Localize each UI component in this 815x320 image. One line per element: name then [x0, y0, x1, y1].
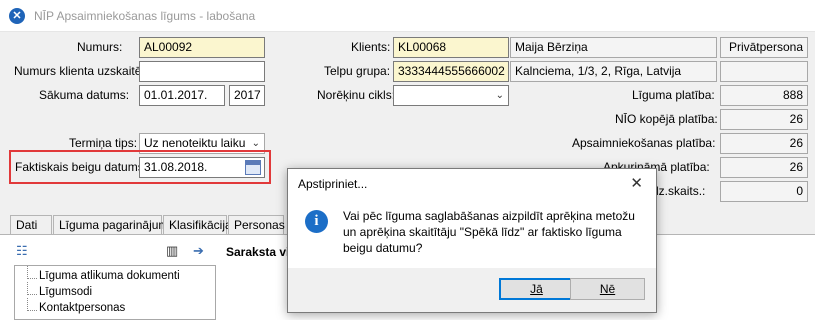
dialog-body: i Vai pēc līguma saglabāšanas aizpildīt … — [288, 198, 656, 268]
dialog-message: Vai pēc līguma saglabāšanas aizpildīt ap… — [343, 209, 635, 255]
tree-item[interactable]: Līgumsodi — [26, 282, 92, 298]
nio-platiba-label: NĪO kopējā platība: — [615, 112, 718, 126]
chevron-down-icon: ⌄ — [495, 90, 504, 101]
tree-item[interactable]: Kontaktpersonas — [26, 298, 125, 314]
yes-button[interactable]: Jā — [499, 278, 574, 300]
apsaim-platiba-field: 26 — [720, 133, 808, 154]
tab-liguma-pagarinajumi[interactable]: Līguma pagarinājumi — [53, 215, 171, 235]
yes-button-label: Jā — [530, 282, 543, 296]
iedz-skaits-field: 0 — [720, 181, 808, 202]
tab-dati[interactable]: Dati — [10, 215, 52, 235]
sakuma-year-field[interactable]: 2017 — [229, 85, 265, 106]
app-icon: ✕ — [9, 8, 25, 24]
telpu-extra-field — [720, 61, 808, 82]
dialog-title: Apstipriniet... — [298, 177, 368, 191]
chevron-down-icon: ⌄ — [251, 138, 260, 149]
liguma-platiba-field: 888 — [720, 85, 808, 106]
confirm-dialog: Apstipriniet... ✕ i Vai pēc līguma sagla… — [287, 168, 657, 313]
liguma-platiba-label: Līguma platība: — [632, 88, 715, 102]
close-icon[interactable]: ✕ — [630, 174, 643, 192]
sakuma-datums-field[interactable]: 01.01.2017. — [139, 85, 225, 106]
klients-code-field[interactable]: KL00068 — [393, 37, 509, 58]
klients-type-field: Privātpersona — [720, 37, 808, 58]
window-title: NĪP Apsaimniekošanas līgums - labošana — [34, 9, 256, 23]
telpu-address-field: Kalnciema, 1/3, 2, Rīga, Latvija — [510, 61, 717, 82]
beigu-datums-field[interactable]: 31.08.2018. — [139, 157, 265, 178]
columns-icon[interactable]: ▥ — [166, 243, 178, 259]
window-titlebar: ✕ NĪP Apsaimniekošanas līgums - labošana — [0, 0, 815, 32]
tab-personas[interactable]: Personas — [228, 215, 285, 235]
sakuma-datums-label: Sākuma datums: — [39, 88, 130, 102]
dialog-titlebar: Apstipriniet... ✕ — [288, 169, 656, 198]
termina-tips-value: Uz nenoteiktu laiku — [144, 136, 246, 150]
no-button[interactable]: Nē — [570, 278, 645, 300]
info-icon: i — [305, 210, 328, 233]
beigu-datums-value: 31.08.2018. — [144, 160, 208, 174]
no-button-label: Nē — [599, 282, 616, 296]
arrow-right-icon[interactable]: ➔ — [193, 243, 204, 259]
beigu-datums-label: Faktiskais beigu datums: — [15, 160, 148, 174]
norekinu-cikls-label: Norēķinu cikls: — [317, 88, 396, 102]
calendar-icon[interactable] — [245, 160, 261, 175]
klienta-numurs-label: Numurs klienta uzskaitē: — [14, 64, 145, 78]
telpu-grupa-code-field[interactable]: 3333444555666002 — [393, 61, 509, 82]
tree-view[interactable]: Līguma atlikuma dokumenti Līgumsodi Kont… — [14, 265, 216, 320]
klients-name-field: Maija Bērziņa — [510, 37, 717, 58]
apsaim-platiba-label: Apsaimniekošanas platība: — [572, 136, 716, 150]
tree-toggle-icon[interactable]: ☷ — [16, 243, 28, 259]
norekinu-cikls-dropdown[interactable]: ⌄ — [393, 85, 509, 106]
numurs-label: Numurs: — [77, 40, 123, 54]
numurs-field[interactable]: AL00092 — [139, 37, 265, 58]
termina-tips-label: Termiņa tips: — [69, 136, 138, 150]
tree-item[interactable]: Līguma atlikuma dokumenti — [27, 266, 180, 282]
list-header: Saraksta vi — [226, 245, 290, 259]
klienta-numurs-field[interactable] — [139, 61, 265, 82]
telpu-grupa-label: Telpu grupa: — [324, 64, 391, 78]
nio-platiba-field: 26 — [720, 109, 808, 130]
klients-label: Klients: — [351, 40, 391, 54]
tab-klasifikacija[interactable]: Klasifikācija — [163, 215, 232, 235]
apkurinama-platiba-field: 26 — [720, 157, 808, 178]
